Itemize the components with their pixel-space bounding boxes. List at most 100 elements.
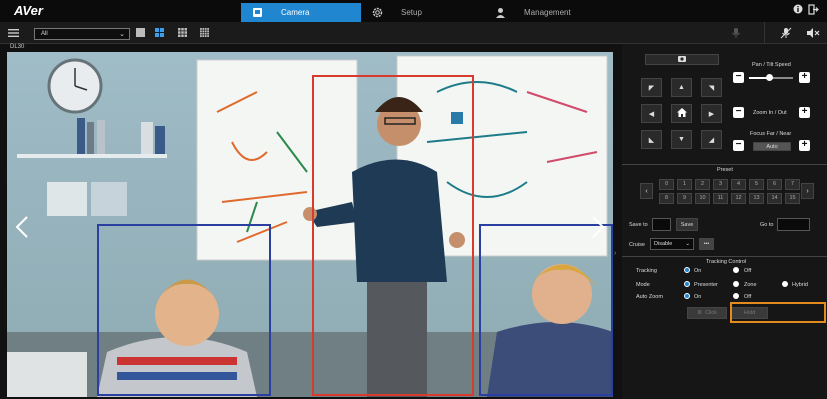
layout-9-icon[interactable] bbox=[178, 28, 187, 37]
ptz-down-left-button[interactable]: ◣ bbox=[641, 130, 662, 149]
preset-2[interactable]: 2 bbox=[695, 179, 710, 190]
focus-near-button[interactable]: + bbox=[799, 140, 810, 151]
chevron-down-icon: ⌄ bbox=[685, 241, 690, 247]
tab-setup-label: Setup bbox=[401, 8, 422, 17]
ptz-home-button[interactable] bbox=[671, 104, 692, 123]
tracking-off-radio[interactable] bbox=[733, 267, 739, 273]
speaker-mute-icon[interactable] bbox=[806, 27, 820, 41]
info-icon[interactable] bbox=[793, 4, 803, 17]
preset-12[interactable]: 12 bbox=[731, 193, 746, 204]
tracking-on-radio[interactable] bbox=[684, 267, 690, 273]
logout-icon[interactable] bbox=[808, 4, 819, 18]
camera-icon bbox=[678, 55, 686, 64]
mic-mute-icon[interactable] bbox=[780, 27, 792, 41]
user-icon bbox=[494, 7, 506, 19]
preset-10[interactable]: 10 bbox=[695, 193, 710, 204]
auto-zoom-off-radio[interactable] bbox=[733, 293, 739, 299]
tracking-off-label: Off bbox=[744, 268, 752, 274]
preset-13[interactable]: 13 bbox=[749, 193, 764, 204]
ptz-up-button[interactable]: ▲ bbox=[671, 78, 692, 97]
next-camera-arrow[interactable] bbox=[588, 210, 604, 240]
layout-4-icon[interactable] bbox=[155, 28, 164, 37]
mic-icon[interactable] bbox=[730, 27, 742, 41]
arrow-left-icon: ◀ bbox=[648, 110, 655, 118]
preset-4[interactable]: 4 bbox=[731, 179, 746, 190]
cruise-select[interactable]: Disable ⌄ bbox=[650, 238, 694, 250]
preset-5[interactable]: 5 bbox=[749, 179, 764, 190]
arrow-up-icon: ▲ bbox=[678, 84, 685, 91]
preset-next-button[interactable]: › bbox=[801, 183, 814, 199]
preset-15[interactable]: 15 bbox=[785, 193, 800, 204]
cruise-label: Cruise bbox=[629, 242, 645, 248]
preset-prev-button[interactable]: ‹ bbox=[640, 183, 653, 199]
speed-minus-button[interactable]: − bbox=[733, 72, 744, 83]
preset-6[interactable]: 6 bbox=[767, 179, 782, 190]
speed-plus-button[interactable]: + bbox=[799, 72, 810, 83]
speed-slider-handle[interactable] bbox=[766, 74, 773, 81]
preset-11[interactable]: 11 bbox=[713, 193, 728, 204]
preset-0[interactable]: 0 bbox=[659, 179, 674, 190]
layout-16-icon[interactable] bbox=[200, 28, 209, 37]
ptz-up-left-button[interactable]: ◤ bbox=[641, 78, 662, 97]
preset-1[interactable]: 1 bbox=[677, 179, 692, 190]
tab-camera[interactable]: Camera bbox=[241, 3, 361, 22]
menu-icon[interactable] bbox=[8, 28, 19, 40]
save-to-label: Save to bbox=[629, 222, 648, 228]
save-button[interactable]: Save bbox=[676, 218, 698, 231]
mode-hybrid-label: Hybrid bbox=[792, 282, 808, 288]
focus-auto-button[interactable]: Auto bbox=[753, 142, 791, 151]
mode-zone-radio[interactable] bbox=[733, 281, 739, 287]
arrow-right-icon: ▶ bbox=[708, 110, 715, 118]
mode-presenter-radio[interactable] bbox=[684, 281, 690, 287]
zoom-in-button[interactable]: + bbox=[799, 107, 810, 118]
go-to-input[interactable] bbox=[777, 218, 810, 231]
click-button[interactable]: ⚙ Click bbox=[687, 307, 727, 319]
preset-3[interactable]: 3 bbox=[713, 179, 728, 190]
ptz-up-right-button[interactable]: ◥ bbox=[701, 78, 722, 97]
mode-hybrid-radio[interactable] bbox=[782, 281, 788, 287]
tab-management[interactable]: Management bbox=[494, 3, 604, 22]
arrow-up-right-icon: ◥ bbox=[708, 84, 715, 92]
tab-management-label: Management bbox=[524, 8, 571, 17]
camera-video-feed[interactable] bbox=[7, 52, 613, 397]
preset-14[interactable]: 14 bbox=[767, 193, 782, 204]
snapshot-button[interactable] bbox=[645, 54, 719, 65]
gear-icon: ⚙ bbox=[697, 310, 702, 316]
camera-icon bbox=[251, 7, 263, 19]
arrow-down-icon: ▼ bbox=[678, 136, 685, 143]
focus-label: Focus Far / Near bbox=[750, 131, 792, 137]
ptz-right-button[interactable]: ▶ bbox=[701, 104, 722, 123]
preset-9[interactable]: 9 bbox=[677, 193, 692, 204]
auto-zoom-on-label: On bbox=[694, 294, 702, 300]
tab-camera-label: Camera bbox=[281, 8, 310, 17]
arrow-down-left-icon: ◣ bbox=[648, 136, 655, 144]
zoom-label: Zoom In / Out bbox=[753, 110, 787, 116]
preset-7[interactable]: 7 bbox=[785, 179, 800, 190]
panel-collapse-icon[interactable]: › bbox=[614, 250, 620, 266]
ptz-down-button[interactable]: ▼ bbox=[671, 130, 692, 149]
divider bbox=[622, 256, 827, 257]
tab-setup[interactable]: Setup bbox=[371, 3, 471, 22]
chevron-left-icon: ‹ bbox=[645, 187, 648, 195]
auto-zoom-off-label: Off bbox=[744, 294, 752, 300]
mode-label: Mode bbox=[636, 282, 650, 288]
highlight-box bbox=[730, 302, 826, 323]
tracking-control-title: Tracking Control bbox=[706, 259, 747, 265]
prev-camera-arrow[interactable] bbox=[13, 210, 29, 240]
auto-zoom-on-radio[interactable] bbox=[684, 293, 690, 299]
save-to-input[interactable] bbox=[652, 218, 671, 231]
pan-tilt-speed-label: Pan / Tilt Speed bbox=[752, 62, 791, 68]
ptz-down-right-button[interactable]: ◢ bbox=[701, 130, 722, 149]
arrow-down-right-icon: ◢ bbox=[708, 136, 715, 144]
divider bbox=[622, 164, 827, 165]
cruise-more-button[interactable]: ••• bbox=[699, 238, 714, 250]
tracking-label: Tracking bbox=[636, 268, 657, 274]
camera-select[interactable]: All ⌄ bbox=[34, 28, 130, 40]
chevron-right-icon: › bbox=[806, 187, 809, 195]
preset-8[interactable]: 8 bbox=[659, 193, 674, 204]
focus-far-button[interactable]: − bbox=[733, 140, 744, 151]
layout-1-icon[interactable] bbox=[136, 28, 145, 37]
tracking-on-label: On bbox=[694, 268, 702, 274]
ptz-left-button[interactable]: ◀ bbox=[641, 104, 662, 123]
zoom-out-button[interactable]: − bbox=[733, 107, 744, 118]
